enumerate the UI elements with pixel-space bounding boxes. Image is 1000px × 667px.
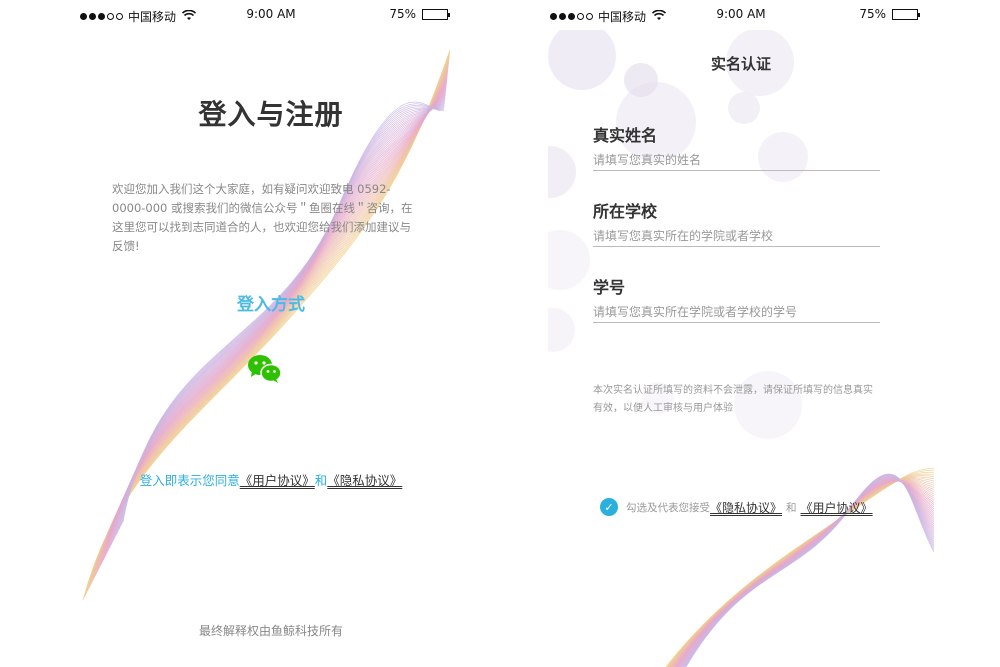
wave-line xyxy=(101,77,448,564)
student-id-input[interactable] xyxy=(593,301,880,323)
battery-icon xyxy=(892,8,920,20)
wave-line xyxy=(120,105,445,526)
battery-percent: 75% xyxy=(389,7,416,21)
wave-line xyxy=(86,55,450,594)
wave-line xyxy=(95,68,449,576)
wave-line xyxy=(95,69,449,575)
accept-and: 和 xyxy=(786,501,797,514)
wave-line xyxy=(92,64,449,582)
wechat-login-button[interactable] xyxy=(247,354,283,384)
wave-line xyxy=(98,73,448,569)
check-icon: ✓ xyxy=(604,500,614,514)
wave-line xyxy=(96,71,449,573)
privacy-agreement-link[interactable]: 《隐私协议》 xyxy=(327,473,402,488)
battery-indicator: 75% xyxy=(859,7,920,21)
wave-line xyxy=(102,79,448,562)
user-agreement-link[interactable]: 《用户协议》 xyxy=(801,499,873,516)
school-input[interactable] xyxy=(593,225,880,247)
wave-line xyxy=(83,51,451,599)
school-label: 所在学校 xyxy=(593,202,658,221)
user-agreement-link[interactable]: 《用户协议》 xyxy=(240,473,315,488)
login-method-label: 登入方式 xyxy=(237,295,305,315)
accept-prefix: 勾选及代表您接受 xyxy=(626,501,710,514)
wave-line xyxy=(90,61,450,585)
wave-line xyxy=(119,104,445,529)
wechat-icon xyxy=(248,355,282,383)
wave-line xyxy=(94,67,449,578)
battery-icon xyxy=(422,8,450,20)
wave-line xyxy=(91,63,449,583)
wave-line xyxy=(100,76,448,566)
wave-line xyxy=(85,53,450,595)
real-name-label: 真实姓名 xyxy=(593,126,658,145)
wave-line xyxy=(97,72,449,571)
real-name-input[interactable] xyxy=(593,149,880,171)
battery-percent: 75% xyxy=(859,7,886,21)
wave-line xyxy=(93,65,449,580)
agreement-and: 和 xyxy=(314,473,328,488)
login-agreement: 登入即表示您同意《用户协议》和《隐私协议》 xyxy=(78,470,464,489)
wave-line xyxy=(99,75,448,568)
accept-terms-row: ✓ 勾选及代表您接受 《隐私协议》 和 《用户协议》 xyxy=(600,498,873,516)
verification-screen: 中国移动 9:00 AM 75% 实名认证 真实姓名 所在学校 学号 本次实名认… xyxy=(548,0,934,667)
privacy-agreement-link[interactable]: 《隐私协议》 xyxy=(710,499,782,516)
accept-checkbox[interactable]: ✓ xyxy=(600,498,618,516)
status-bar: 中国移动 9:00 AM 75% xyxy=(78,0,464,30)
wave-line xyxy=(88,59,450,588)
agreement-prefix: 登入即表示您同意 xyxy=(139,473,240,488)
battery-indicator: 75% xyxy=(389,7,450,21)
footer-note: 最终解释权由鱼鲸科技所有 xyxy=(198,624,343,638)
welcome-description: 欢迎您加入我们这个大家庭，如有疑问欢迎致电 0592-0000-000 或搜索我… xyxy=(112,182,413,253)
wave-line xyxy=(118,103,445,531)
status-bar: 中国移动 9:00 AM 75% xyxy=(548,0,934,30)
wave-line xyxy=(84,52,451,597)
wave-line xyxy=(119,105,445,528)
privacy-note: 本次实名认证所填写的资料不会泄露，请保证所填写的信息真实有效，以便人工审核与用户… xyxy=(593,385,873,414)
page-title: 实名认证 xyxy=(710,55,771,73)
wave-line xyxy=(87,57,450,590)
wave-line xyxy=(117,101,446,533)
login-screen: 中国移动 9:00 AM 75% 登入与注册 欢迎您加入我们这个大家庭，如有疑问… xyxy=(78,0,464,667)
wave-line xyxy=(87,56,450,592)
student-id-label: 学号 xyxy=(593,278,626,297)
page-title: 登入与注册 xyxy=(198,98,344,131)
wave-line xyxy=(89,60,450,587)
